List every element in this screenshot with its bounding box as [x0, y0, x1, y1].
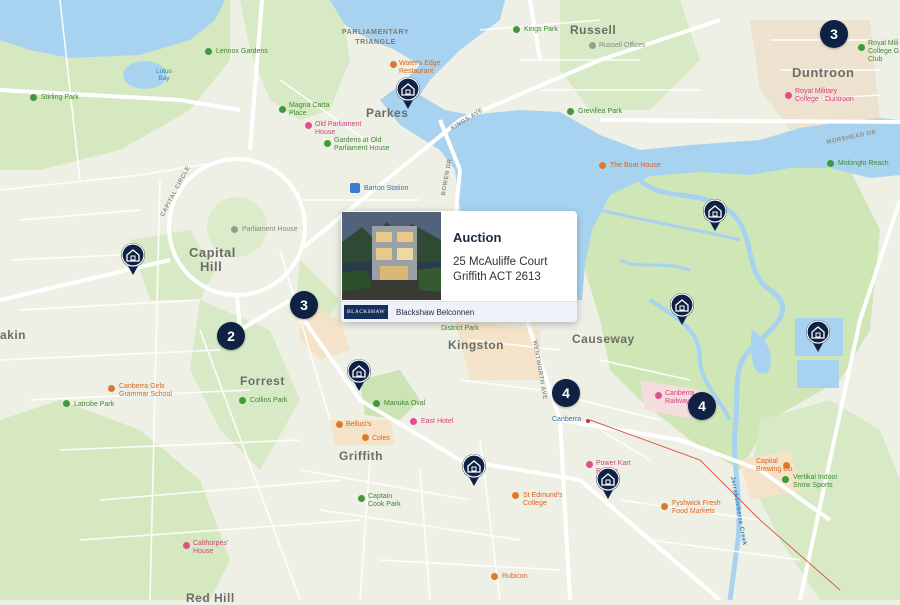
poi-capital-brewing[interactable]: Capital Brewing Co.	[756, 458, 794, 474]
poi-dot	[231, 226, 238, 233]
property-pin[interactable]	[702, 198, 728, 232]
property-pin[interactable]	[120, 242, 146, 276]
poi-royal-military-college[interactable]: Royal Military College - Duntroon	[795, 88, 854, 104]
poi-dot	[305, 122, 312, 129]
poi-bellucis[interactable]: Belluci's	[346, 421, 371, 429]
poi-dot	[373, 400, 380, 407]
listing-address-line1: 25 McAuliffe Court	[453, 256, 548, 268]
poi-dot	[785, 92, 792, 99]
poi-dot	[491, 573, 498, 580]
poi-dot	[858, 44, 865, 51]
poi-dot	[410, 418, 417, 425]
poi-dot	[390, 61, 397, 68]
poi-rubicon[interactable]: Rubicon	[502, 573, 528, 581]
property-pin[interactable]	[805, 319, 831, 353]
property-pin[interactable]	[346, 358, 372, 392]
poi-canberra[interactable]: Canberra	[552, 416, 581, 424]
cluster-marker[interactable]: 4	[688, 392, 716, 420]
label-lotus-bay: Lotus Bay	[156, 68, 172, 82]
listing-address: 25 McAuliffe Court Griffith ACT 2613	[453, 255, 547, 285]
poi-barton-station[interactable]: Barton Station	[364, 185, 408, 193]
label-russell: Russell	[570, 23, 617, 37]
poi-dot	[108, 385, 115, 392]
poi-latrobe-park[interactable]: Latrobe Park	[74, 401, 114, 409]
poi-dot	[655, 392, 662, 399]
poi-dot	[586, 461, 593, 468]
poi-kings-park[interactable]: Kings Park	[524, 26, 558, 34]
label-hill: Hill	[200, 259, 223, 274]
poi-manuka-oval[interactable]: Manuka Oval	[384, 400, 425, 408]
poi-dot	[183, 542, 190, 549]
poi-molonglo-reach[interactable]: Molonglo Reach	[838, 160, 889, 168]
cluster-marker[interactable]: 2	[217, 322, 245, 350]
label-capital: Capital	[189, 245, 236, 260]
poi-russell-offices[interactable]: Russell Offices	[599, 42, 646, 50]
listing-photo	[342, 212, 441, 300]
poi-stirling-park[interactable]: Stirling Park	[41, 94, 79, 102]
poi-district-park[interactable]: District Park	[441, 325, 479, 333]
listing-address-line2: Griffith ACT 2613	[453, 271, 541, 283]
label-parliamentary-triangle: PARLIAMENTARY TRIANGLE	[342, 29, 410, 46]
listing-status: Auction	[453, 230, 502, 245]
poi-east-hotel[interactable]: East Hotel	[421, 418, 453, 426]
label-akin: akin	[0, 328, 27, 342]
property-pin[interactable]	[395, 76, 421, 110]
poi-coles[interactable]: Coles	[372, 435, 390, 443]
listing-popup-card[interactable]: Auction 25 McAuliffe Court Griffith ACT …	[341, 211, 577, 322]
poi-dot	[239, 397, 246, 404]
poi-grevillea-park[interactable]: Grevillea Park	[578, 108, 622, 116]
poi-dot	[358, 495, 365, 502]
station-dot	[586, 419, 590, 423]
poi-dot	[30, 94, 37, 101]
poi-calthorpes-house[interactable]: Calthorpes' House	[193, 540, 228, 556]
bus-icon	[350, 183, 360, 193]
agency-name: Blackshaw Belconnen	[396, 308, 475, 317]
poi-dot	[513, 26, 520, 33]
poi-old-parliament-house[interactable]: Old Parliament House	[315, 121, 361, 137]
property-pin[interactable]	[461, 453, 487, 487]
agency-logo: BLACKSHAW	[344, 305, 388, 319]
poi-fyshwick-markets[interactable]: Fyshwick Fresh Food Markets	[672, 500, 721, 516]
label-duntroon: Duntroon	[792, 65, 855, 80]
property-pin[interactable]	[595, 466, 621, 500]
label-red-hill: Red Hill	[186, 591, 235, 605]
label-forrest: Forrest	[240, 374, 285, 388]
poi-dot	[512, 492, 519, 499]
poi-dot	[362, 434, 369, 441]
poi-the-boat-house[interactable]: The Boat House	[610, 162, 661, 170]
poi-captain-cook-park[interactable]: Captain Cook Park	[368, 493, 401, 509]
poi-canberra-girls-grammar[interactable]: Canberra Girls Grammar School	[119, 383, 172, 399]
label-causeway: Causeway	[572, 332, 635, 346]
poi-lennox-gardens[interactable]: Lennox Gardens	[216, 48, 268, 56]
property-pin[interactable]	[669, 292, 695, 326]
poi-parliament-house[interactable]: Parliament House	[242, 226, 298, 234]
cluster-marker[interactable]: 3	[290, 291, 318, 319]
poi-royal-military-golf[interactable]: Royal Mili College G Club	[868, 40, 899, 64]
poi-dot	[279, 106, 286, 113]
label-griffith: Griffith	[339, 449, 383, 463]
poi-dot	[567, 108, 574, 115]
poi-vertikal[interactable]: Vertikal Indoor Snow Sports	[793, 474, 838, 490]
poi-dot	[205, 48, 212, 55]
cluster-marker[interactable]: 4	[552, 379, 580, 407]
poi-dot	[324, 140, 331, 147]
poi-dot	[589, 42, 596, 49]
poi-dot	[782, 476, 789, 483]
poi-dot	[336, 421, 343, 428]
poi-dot	[661, 503, 668, 510]
poi-magna-carta[interactable]: Magna Carta Place	[289, 102, 329, 118]
poi-collins-park[interactable]: Collins Park	[250, 397, 287, 405]
poi-st-edmunds[interactable]: St Edmund's College	[523, 492, 562, 508]
poi-dot	[599, 162, 606, 169]
poi-waters-edge[interactable]: Water's Edge Restaurant	[399, 60, 441, 76]
poi-gardens-old-parliament[interactable]: Gardens at Old Parliament House	[334, 137, 390, 153]
poi-dot	[63, 400, 70, 407]
label-kingston: Kingston	[448, 338, 504, 352]
listing-agency-bar: BLACKSHAW Blackshaw Belconnen	[341, 301, 577, 322]
cluster-marker[interactable]: 3	[820, 20, 848, 48]
poi-dot	[827, 160, 834, 167]
